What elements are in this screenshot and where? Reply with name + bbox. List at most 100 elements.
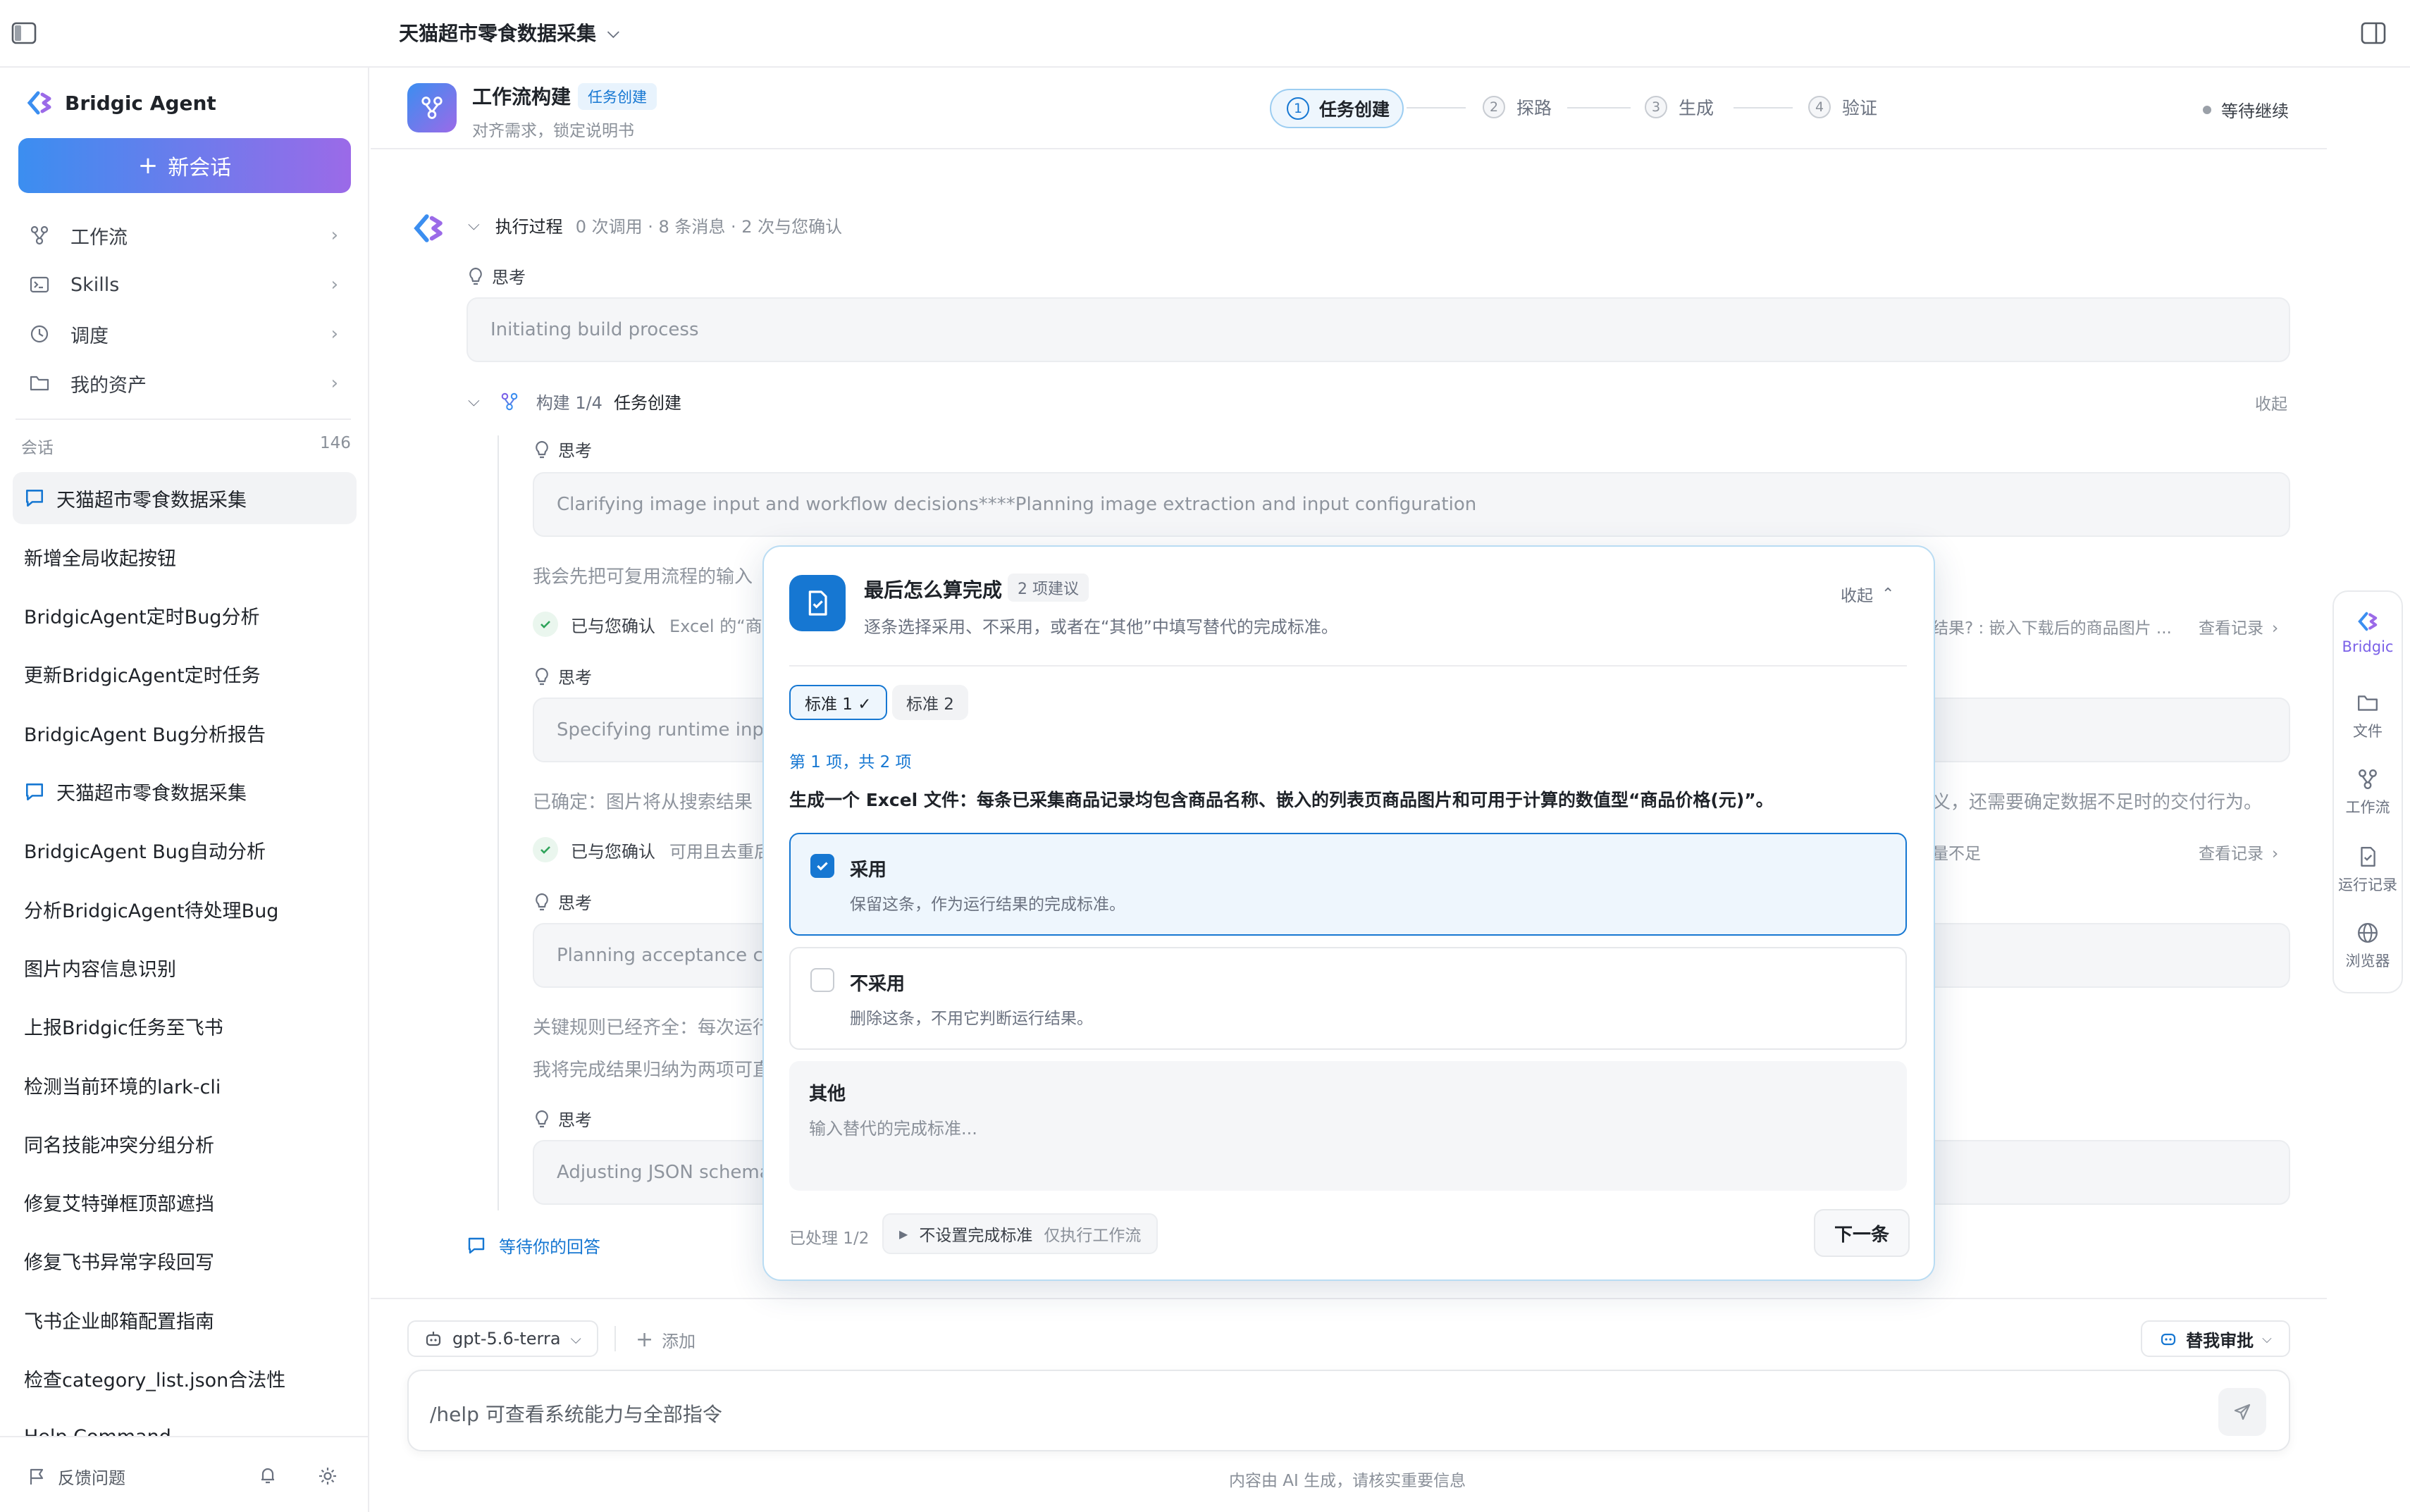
view-record-link[interactable]: 查看记录 ›	[2199, 614, 2278, 638]
conversation-label: 天猫超市零食数据采集	[56, 489, 247, 512]
workflow-subtitle: 对齐需求，锁定说明书	[472, 122, 634, 140]
plus-icon: +	[636, 1327, 654, 1352]
dialog-divider	[789, 665, 1907, 667]
lightbulb-icon	[536, 667, 548, 685]
think-label: 思考	[534, 889, 592, 914]
conversation-item[interactable]: 修复飞书异常字段回写	[13, 1235, 357, 1287]
conversation-item[interactable]: 图片内容信息识别	[13, 941, 357, 993]
dialog-collapse-button[interactable]: 收起 ⌃	[1841, 582, 1894, 606]
completion-criteria-dialog: 最后怎么算完成 2 项建议 逐条选择采用、不采用，或者在“其他”中填写替代的完成…	[762, 545, 1935, 1281]
rail-item-run-records[interactable]: 运行记录	[2337, 845, 2399, 895]
option-reject[interactable]: 不采用 删除这条，不用它判断运行结果。	[789, 947, 1907, 1050]
lightbulb-icon	[536, 893, 548, 910]
conversation-item[interactable]: 同名技能冲突分组分析	[13, 1117, 357, 1170]
workflow-status: 等待继续	[2203, 97, 2289, 122]
chat-bubble-icon	[26, 490, 43, 507]
conversation-item[interactable]: 飞书企业邮箱配置指南	[13, 1294, 357, 1346]
step-connector	[1567, 107, 1631, 109]
collapse-button[interactable]: 收起	[2255, 390, 2287, 414]
conversation-list: 天猫超市零食数据采集 新增全局收起按钮 BridgicAgent定时Bug分析 更新B…	[0, 68, 368, 1436]
checkbox-checked[interactable]	[810, 854, 834, 878]
conversation-item[interactable]: 分析BridgicAgent待处理Bug	[13, 883, 357, 935]
conversation-title[interactable]: 天猫超市零食数据采集 ⌵	[399, 18, 619, 47]
bell-icon[interactable]	[258, 1465, 278, 1488]
lightbulb-icon	[469, 267, 482, 285]
message-text: 我会先把可复用流程的输入	[533, 566, 753, 588]
option-adopt[interactable]: 采用 保留这条，作为运行结果的完成标准。	[789, 833, 1907, 936]
rail-item-bridgic[interactable]: Bridgic	[2337, 610, 2399, 655]
step-3[interactable]: 3 生成	[1645, 89, 1714, 125]
step-1-active[interactable]: 1 任务创建	[1270, 89, 1404, 128]
chevron-right-icon: ›	[2272, 845, 2279, 863]
top-bar: 天猫超市零食数据采集 ⌵	[0, 0, 2410, 68]
confirmation-detail: 量不足	[1932, 845, 1981, 863]
robot-icon	[2161, 1333, 2176, 1346]
process-toggle[interactable]: ⌵ 执行过程 0 次调用 · 8 条消息 · 2 次与您确认	[468, 213, 842, 237]
conversation-label: Help Command	[24, 1426, 171, 1436]
conversation-item[interactable]: 天猫超市零食数据采集	[13, 766, 357, 818]
other-criteria-input[interactable]: 输入替代的完成标准...	[809, 1115, 977, 1139]
feedback-button[interactable]: 反馈问题	[27, 1464, 125, 1489]
option-title: 其他	[809, 1084, 846, 1105]
workflow-avatar-icon	[407, 83, 457, 132]
processed-count: 已处理 1/2	[789, 1229, 870, 1248]
checkbox-unchecked[interactable]	[810, 968, 834, 992]
conversation-item[interactable]: 检测当前环境的lark-cli	[13, 1059, 357, 1111]
send-button[interactable]	[2218, 1388, 2266, 1436]
option-other[interactable]: 其他 输入替代的完成标准...	[789, 1061, 1907, 1191]
auto-approve-button[interactable]: 替我审批 ⌵	[2141, 1320, 2290, 1357]
build-toggle[interactable]: ⌵ 构建 1/4 任务创建	[468, 389, 681, 414]
message-input[interactable]: /help 可查看系统能力与全部指令	[407, 1370, 2290, 1451]
conversation-item[interactable]: BridgicAgent定时Bug分析	[13, 590, 357, 642]
rail-item-browser[interactable]: 浏览器	[2337, 922, 2399, 971]
rail-item-workflow[interactable]: 工作流	[2337, 768, 2399, 817]
build-guide-line	[498, 435, 499, 1210]
chat-bubble-icon	[468, 1237, 485, 1253]
folder-icon	[2358, 695, 2378, 711]
check-icon	[817, 862, 828, 871]
step-4[interactable]: 4 验证	[1808, 89, 1877, 125]
conversation-label: 检查category_list.json合法性	[24, 1370, 286, 1392]
skip-criteria-button[interactable]: ▶ 不设置完成标准 仅执行工作流	[882, 1213, 1158, 1254]
conversation-label: 飞书企业邮箱配置指南	[24, 1310, 214, 1333]
conversation-item[interactable]: BridgicAgent Bug分析报告	[13, 707, 357, 759]
check-icon	[533, 612, 558, 637]
conversation-item[interactable]: 修复艾特弹框顶部遮挡	[13, 1177, 357, 1229]
dialog-title: 最后怎么算完成	[864, 578, 1003, 602]
think-box: Initiating build process	[466, 297, 2290, 362]
criteria-tab-2[interactable]: 标准 2	[892, 685, 968, 720]
chevron-down-icon: ⌵	[607, 23, 619, 42]
check-icon	[533, 837, 558, 862]
conversation-label: BridgicAgent定时Bug分析	[24, 607, 260, 629]
conversation-item[interactable]: 新增全局收起按钮	[13, 531, 357, 583]
view-record-link[interactable]: 查看记录 ›	[2199, 840, 2278, 864]
workflow-icon	[2359, 769, 2377, 789]
conversation-label: 同名技能冲突分组分析	[24, 1134, 214, 1157]
conversation-item[interactable]: 检查category_list.json合法性	[13, 1353, 357, 1405]
conversation-label: 分析BridgicAgent待处理Bug	[24, 900, 279, 922]
lightbulb-icon	[536, 440, 548, 458]
chevron-right-icon: ›	[2272, 619, 2279, 638]
step-number: 1	[1287, 97, 1309, 120]
document-check-icon	[2361, 847, 2375, 867]
chevron-up-icon: ⌃	[1881, 585, 1895, 603]
sidebar-toggle-icon[interactable]	[11, 21, 37, 45]
conversation-item[interactable]: BridgicAgent Bug自动分析	[13, 824, 357, 876]
conversation-item[interactable]: 更新BridgicAgent定时任务	[13, 648, 357, 700]
conversation-item[interactable]: Help Command	[13, 1411, 357, 1436]
next-button[interactable]: 下一条	[1814, 1209, 1910, 1257]
criteria-tab-1[interactable]: 标准 1 ✓	[789, 685, 887, 720]
conversation-item[interactable]: 上报Bridgic任务至飞书	[13, 1000, 357, 1053]
add-button[interactable]: + 添加	[636, 1327, 696, 1352]
option-title: 采用	[850, 860, 887, 881]
think-box: Clarifying image input and workflow deci…	[533, 472, 2290, 537]
right-panel-toggle-icon[interactable]	[2361, 21, 2386, 45]
option-desc: 删除这条，不用它判断运行结果。	[850, 1010, 1093, 1028]
confirmation-row: 已与您确认 可用且去重后	[533, 837, 771, 862]
settings-gear-icon[interactable]	[317, 1465, 338, 1489]
think-label: 思考	[534, 1106, 592, 1131]
conversation-item[interactable]: 天猫超市零食数据采集	[13, 472, 357, 524]
step-2[interactable]: 2 探路	[1483, 89, 1552, 125]
model-selector[interactable]: gpt-5.6-terra ⌵	[407, 1320, 598, 1357]
rail-item-files[interactable]: 文件	[2337, 692, 2399, 741]
